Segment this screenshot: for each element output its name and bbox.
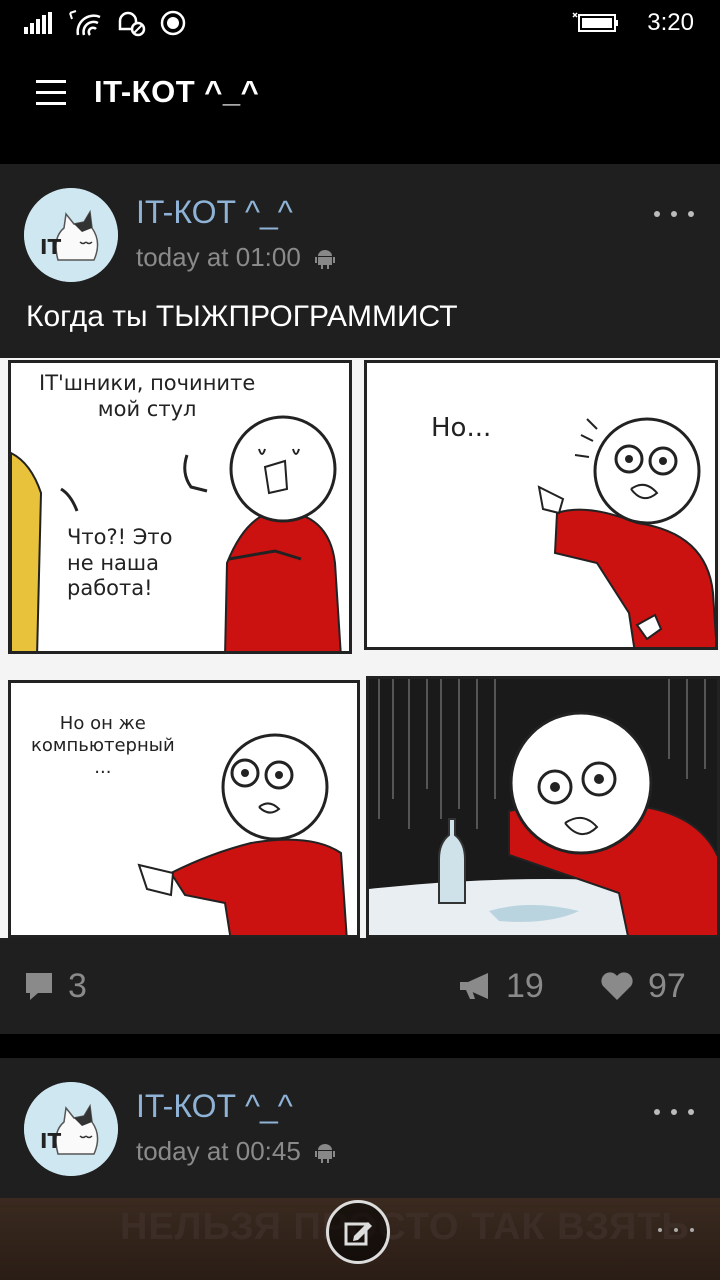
wifi-icon	[69, 10, 101, 36]
comic-panel-3: Но он же компьютерный ...	[8, 680, 360, 938]
comic-image[interactable]: IT'шники, почините мой стул Что?! Это не…	[0, 358, 720, 938]
page-title: IT-КОТ ^_^	[94, 74, 260, 109]
avatar[interactable]: IT	[24, 1082, 118, 1176]
comic-figure	[11, 415, 342, 651]
comic-figure	[537, 417, 715, 647]
repost-button[interactable]: 19	[458, 966, 544, 1006]
post-time: today at 01:00	[136, 242, 335, 273]
post-actions: 3 19 97	[0, 938, 720, 1034]
avatar[interactable]: IT	[24, 188, 118, 282]
post-card: IT IT-КОТ ^_^ today at 01:00 Когда ты ТЫ…	[0, 164, 720, 1034]
svg-text:IT: IT	[40, 1129, 61, 1153]
cat-logo-icon: IT	[24, 1082, 118, 1176]
comic-panel-2: Но...	[364, 360, 718, 650]
preview-text: НЕЛЬЗЯ ПРОСТО ТАК ВЗЯТЬ	[120, 1206, 690, 1248]
status-bar: 3:20	[0, 0, 720, 48]
svg-text:IT: IT	[40, 235, 61, 259]
hamburger-menu-icon[interactable]	[36, 80, 68, 106]
comment-icon	[26, 973, 52, 1000]
heart-icon	[601, 972, 633, 1000]
more-options-icon[interactable]	[654, 204, 694, 224]
android-icon	[314, 1143, 335, 1163]
comments-button[interactable]: 3	[24, 966, 87, 1006]
likes-count: 97	[648, 966, 686, 1005]
edit-icon	[344, 1222, 372, 1246]
post-time-label: today at 00:45	[136, 1136, 301, 1166]
reposts-count: 19	[506, 966, 544, 1005]
status-time: 3:20	[647, 9, 694, 36]
location-icon	[160, 10, 186, 36]
comic-panel-4	[366, 676, 720, 938]
like-button[interactable]: 97	[600, 966, 686, 1006]
post-time: today at 00:45	[136, 1136, 335, 1167]
app-header: IT-КОТ ^_^	[0, 48, 720, 164]
compose-button[interactable]	[326, 1200, 390, 1264]
battery-icon	[572, 12, 619, 32]
comic-figure	[137, 733, 348, 935]
post-text: Когда ты ТЫЖПРОГРАММИСТ	[26, 300, 458, 333]
more-options-icon[interactable]	[654, 1102, 694, 1122]
megaphone-icon	[460, 973, 488, 999]
cat-logo-icon: IT	[24, 188, 118, 282]
comic-figure	[369, 679, 717, 935]
post-author[interactable]: IT-КОТ ^_^	[136, 194, 293, 231]
post-author[interactable]: IT-КОТ ^_^	[136, 1088, 293, 1125]
android-icon	[314, 249, 335, 269]
comic-panel-1: IT'шники, почините мой стул Что?! Это не…	[8, 360, 352, 654]
app-bar-more-icon[interactable]	[658, 1228, 694, 1238]
post-time-label: today at 01:00	[136, 242, 301, 272]
signal-icon	[24, 12, 52, 34]
quiet-hours-icon	[118, 11, 146, 37]
comments-count: 3	[68, 966, 87, 1005]
